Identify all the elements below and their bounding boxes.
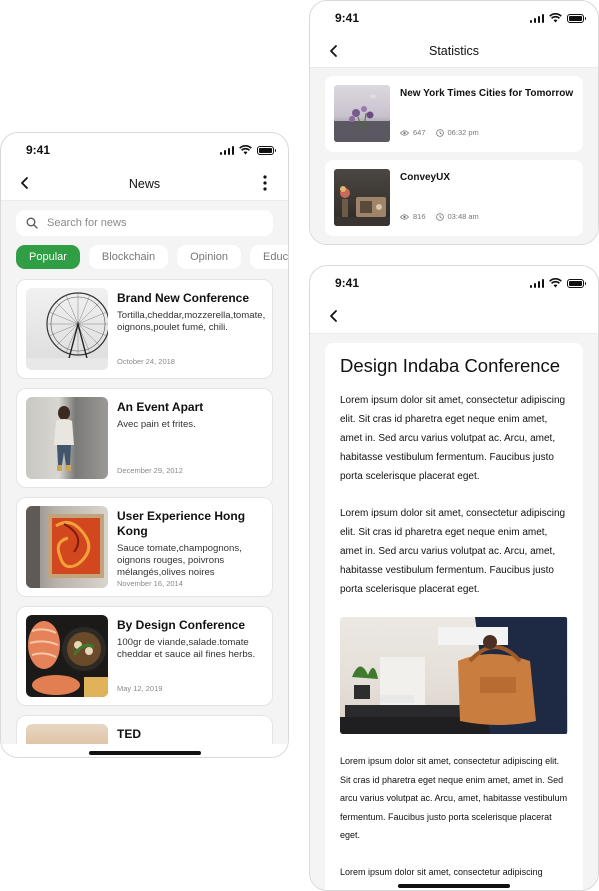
article-description: 100gr de viande,salade.tomate cheddar et… — [117, 637, 256, 660]
page-title: News — [128, 176, 161, 191]
signal-icon — [529, 278, 544, 288]
article-date: October 24, 2018 — [117, 357, 175, 366]
eye-icon — [400, 213, 409, 220]
view-count: 816 — [413, 212, 426, 221]
search-input[interactable] — [47, 217, 247, 229]
status-time: 9:41 — [26, 143, 51, 157]
article-paragraph: Lorem ipsum dolor sit amet, consectetur … — [340, 508, 566, 595]
wifi-icon — [549, 13, 562, 23]
nav-bar — [310, 300, 598, 334]
chip-opinion[interactable]: Opinion — [177, 245, 242, 269]
article-content: Design Indaba Conference Lorem ipsum dol… — [310, 334, 598, 890]
home-indicator[interactable] — [88, 751, 201, 755]
back-arrow-icon[interactable] — [326, 308, 342, 324]
list-item[interactable]: An Event Apart Avec pain et frites. Dece… — [16, 388, 273, 488]
signal-icon — [529, 13, 544, 23]
more-options-icon[interactable] — [260, 174, 270, 192]
publish-time: 03:48 am — [447, 212, 479, 221]
chip-education[interactable]: Educ — [250, 245, 288, 269]
list-item[interactable]: ConveyUX 816 03:48 am — [325, 160, 583, 236]
article-title: Brand New Conference — [117, 291, 250, 305]
battery-icon — [257, 145, 276, 155]
article-title: By Design Conference — [117, 618, 246, 632]
article-date: December 29, 2012 — [117, 466, 183, 475]
status-time: 9:41 — [335, 276, 360, 290]
battery-icon — [567, 13, 586, 23]
article-paragraph: Lorem ipsum dolor sit amet, consectetur … — [340, 395, 566, 482]
status-time: 9:41 — [335, 11, 360, 25]
item-meta: 647 06:32 pm — [400, 128, 574, 143]
food-thumbnail — [26, 615, 108, 697]
status-icons — [529, 13, 586, 23]
article-title: TED — [117, 727, 141, 741]
wifi-icon — [549, 278, 562, 288]
page-title: Statistics — [428, 44, 479, 58]
status-bar: 9:41 — [310, 266, 598, 300]
statistics-screen: 9:41 Statistics New York Times Cities fo… — [309, 0, 599, 245]
wifi-icon — [239, 145, 252, 155]
person-portrait-thumbnail — [26, 397, 108, 479]
article-hero-image — [340, 617, 568, 734]
status-icons — [219, 145, 276, 155]
ferris-wheel-thumbnail — [26, 288, 108, 370]
nav-bar: Statistics — [310, 35, 598, 68]
search-bar[interactable] — [16, 210, 273, 236]
article-description: Avec pain et frites. — [117, 419, 196, 430]
article-paragraph: Lorem ipsum dolor sit amet, consectetur … — [340, 866, 543, 877]
status-icons — [529, 278, 586, 288]
chip-popular[interactable]: Popular — [16, 245, 80, 269]
article-heading: Design Indaba Conference — [340, 355, 561, 376]
clock-icon — [435, 212, 444, 221]
item-title: New York Times Cities for Tomorrow — [400, 88, 574, 99]
flowers-thumbnail — [334, 85, 390, 142]
item-title: ConveyUX — [400, 172, 451, 183]
clock-icon — [435, 128, 444, 137]
article-description: Sauce tomate,champognons, oignons rouges… — [117, 543, 242, 578]
list-item[interactable]: By Design Conference 100gr de viande,sal… — [16, 606, 273, 706]
article-paragraph: Lorem ipsum dolor sit amet, consectetur … — [340, 756, 568, 840]
back-arrow-icon[interactable] — [326, 43, 342, 59]
article-page: Design Indaba Conference Lorem ipsum dol… — [325, 343, 583, 890]
vintage-radio-thumbnail — [334, 169, 390, 226]
home-indicator[interactable] — [398, 884, 510, 888]
nav-bar: News — [1, 167, 288, 201]
signal-icon — [219, 145, 234, 155]
view-count: 647 — [413, 128, 426, 137]
publish-time: 06:32 pm — [447, 128, 479, 137]
article-title: An Event Apart — [117, 400, 204, 414]
gallery-painting-thumbnail — [26, 506, 108, 588]
back-arrow-icon[interactable] — [17, 175, 33, 191]
item-meta: 816 03:48 am — [400, 212, 574, 227]
status-bar: 9:41 — [310, 1, 598, 35]
list-item[interactable]: New York Times Cities for Tomorrow 647 0… — [325, 76, 583, 152]
search-icon — [26, 217, 38, 229]
article-description: Tortilla,cheddar,mozzerella,tomate, oign… — [117, 310, 266, 333]
news-content: Popular Blockchain Opinion Educ — [1, 201, 288, 757]
article-list: Brand New Conference Tortilla,cheddar,mo… — [16, 279, 273, 757]
statistics-list: New York Times Cities for Tomorrow 647 0… — [310, 68, 598, 244]
article-date: May 12, 2019 — [117, 684, 163, 693]
category-chips: Popular Blockchain Opinion Educ — [16, 245, 288, 269]
list-item[interactable]: Brand New Conference Tortilla,cheddar,mo… — [16, 279, 273, 379]
article-date: November 16, 2014 — [117, 579, 183, 588]
status-bar: 9:41 — [1, 133, 288, 167]
news-screen: 9:41 News Popular Blockchain Opinion Edu… — [0, 132, 289, 758]
battery-icon — [567, 278, 586, 288]
list-item[interactable]: User Experience Hong Kong Sauce tomate,c… — [16, 497, 273, 597]
article-title: User Experience Hong Kong — [117, 509, 246, 538]
eye-icon — [400, 129, 409, 136]
chip-blockchain[interactable]: Blockchain — [88, 245, 169, 269]
article-detail-screen: 9:41 Design Indaba Conference Lorem ipsu… — [309, 265, 599, 891]
